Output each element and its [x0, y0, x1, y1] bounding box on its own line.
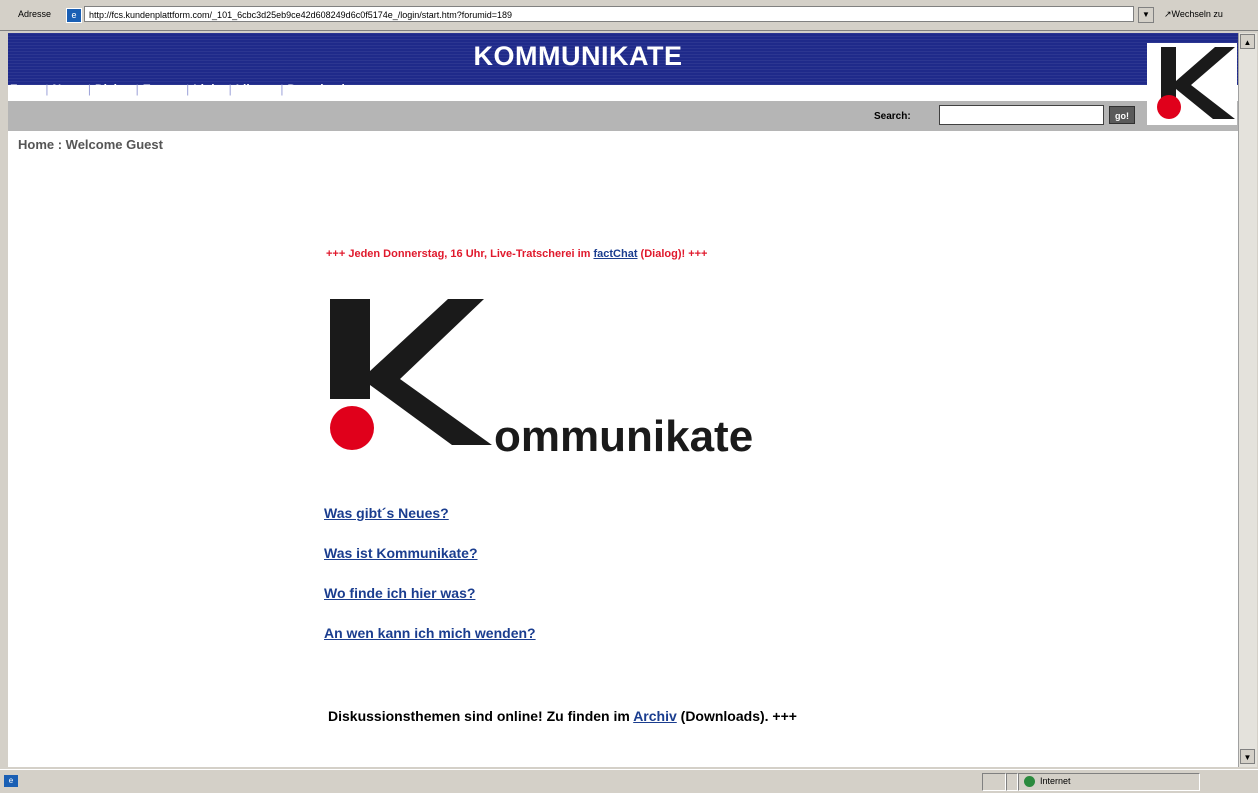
search-bar: Search: go!: [8, 101, 1238, 131]
nav-separator: |: [87, 82, 91, 96]
k-logo-icon: [1157, 47, 1235, 119]
address-label: Adresse: [18, 9, 52, 19]
nav-separator: |: [186, 82, 190, 96]
footer-notice: Diskussionsthemen sind online! Zu finden…: [328, 708, 797, 724]
search-input[interactable]: [939, 105, 1104, 125]
breadcrumb: Home : Welcome Guest: [18, 137, 163, 152]
intro-links: Was gibt´s Neues? Was ist Kommunikate? W…: [324, 505, 536, 665]
announcement-suffix: (Dialog)! +++: [637, 248, 708, 260]
address-dropdown-button[interactable]: ▼: [1138, 7, 1154, 23]
link-where-to-find[interactable]: Wo finde ich hier was?: [324, 585, 536, 625]
kommunikate-logo-icon: ommunikate: [330, 299, 753, 461]
scroll-up-button[interactable]: ▲: [1240, 34, 1255, 49]
nav-library[interactable]: Library: [236, 82, 277, 96]
ie-status-icon: e: [4, 775, 18, 787]
nav-events[interactable]: Events: [143, 82, 182, 96]
footer-prefix: Diskussionsthemen sind online! Zu finden…: [328, 708, 634, 724]
link-what-is-kommunikate[interactable]: Was ist Kommunikate?: [324, 545, 536, 585]
site-header: KOMMUNIKATE Facts | News | Dialog | Events | Lin…: [8, 33, 1238, 101]
nav-separator: |: [280, 82, 284, 96]
archiv-link[interactable]: Archiv: [633, 708, 677, 724]
link-contact[interactable]: An wen kann ich mich wenden?: [324, 625, 536, 665]
status-segment: [1006, 773, 1018, 791]
announcement-text: +++ Jeden Donnerstag, 16 Uhr, Live-Trats…: [326, 248, 708, 260]
globe-icon: [1024, 776, 1035, 787]
site-title: KOMMUNIKATE: [473, 41, 683, 71]
nav-separator: |: [135, 82, 139, 96]
nav-facts[interactable]: Facts: [10, 82, 41, 96]
vertical-scrollbar[interactable]: ▲ ▼: [1238, 33, 1257, 767]
page-viewport: KOMMUNIKATE Facts | News | Dialog | Events | Lin…: [8, 33, 1238, 767]
nav-links[interactable]: Links: [193, 82, 224, 96]
address-bar: Adresse e http://fcs.kundenplattform.com…: [0, 0, 1258, 31]
search-go-button[interactable]: go!: [1109, 106, 1135, 124]
status-bar: e Internet: [0, 769, 1258, 793]
status-segment: [982, 773, 1006, 791]
footer-suffix: (Downloads). +++: [676, 708, 797, 724]
nav-separator: |: [228, 82, 232, 96]
address-input[interactable]: http://fcs.kundenplattform.com/_101_6cbc…: [84, 6, 1134, 22]
nav-downloads[interactable]: Downloads: [288, 82, 352, 96]
go-to-label: Wechseln zu: [1171, 9, 1223, 19]
search-label: Search:: [874, 111, 911, 122]
zone-label: Internet: [1040, 776, 1071, 786]
nav-news[interactable]: News: [52, 82, 83, 96]
kommunikate-logo: ommunikate: [326, 295, 806, 471]
nav-separator: |: [45, 82, 49, 96]
go-arrow-icon: ↗: [1164, 9, 1172, 19]
scroll-down-button[interactable]: ▼: [1240, 749, 1255, 764]
logo-wordmark: ommunikate: [494, 412, 753, 461]
link-whats-new[interactable]: Was gibt´s Neues?: [324, 505, 536, 545]
announcement-prefix: +++ Jeden Donnerstag, 16 Uhr, Live-Trats…: [326, 248, 594, 260]
go-to-button[interactable]: ↗Wechseln zu: [1164, 9, 1223, 20]
main-nav: Facts | News | Dialog | Events | Links | Library | D…: [10, 82, 352, 96]
login-link[interactable]: Login: [1098, 83, 1131, 97]
corner-logo[interactable]: [1147, 43, 1237, 125]
ie-page-icon: e: [66, 8, 82, 23]
nav-dialog[interactable]: Dialog: [95, 82, 132, 96]
factchat-link[interactable]: factChat: [593, 248, 637, 260]
